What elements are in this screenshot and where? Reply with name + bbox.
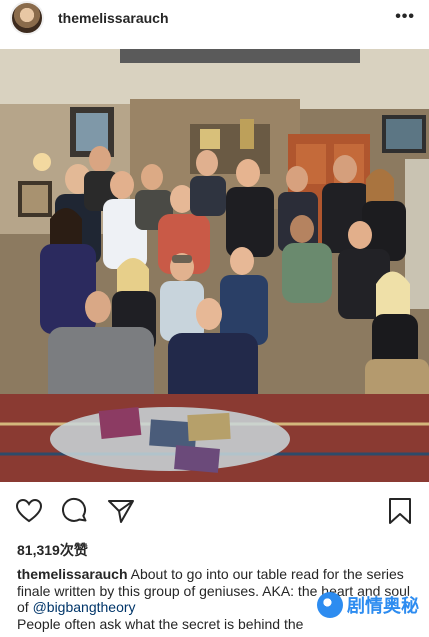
site-watermark: 剧情奥秘 [317,592,419,618]
post-photo[interactable] [0,49,429,482]
post-header: themelissarauch ••• [0,0,429,36]
post-username[interactable]: themelissarauch [58,10,169,26]
share-icon[interactable] [106,496,136,526]
bookmark-icon[interactable] [385,496,415,526]
caption-text-continued: People often ask what the secret is behi… [17,615,304,632]
watermark-text: 剧情奥秘 [347,596,419,616]
action-bar [0,490,429,530]
avatar[interactable] [10,1,44,35]
heart-icon[interactable] [14,496,44,526]
comment-icon[interactable] [60,496,90,526]
caption-mention[interactable]: @bigbangtheory [33,599,136,615]
like-count[interactable]: 81,319次赞 [17,540,88,560]
instagram-post: themelissarauch ••• 81,319次赞 themelissar… [0,0,429,637]
watermark-logo-icon [317,592,343,618]
caption-username[interactable]: themelissarauch [17,566,128,582]
more-options-icon[interactable]: ••• [395,8,415,26]
